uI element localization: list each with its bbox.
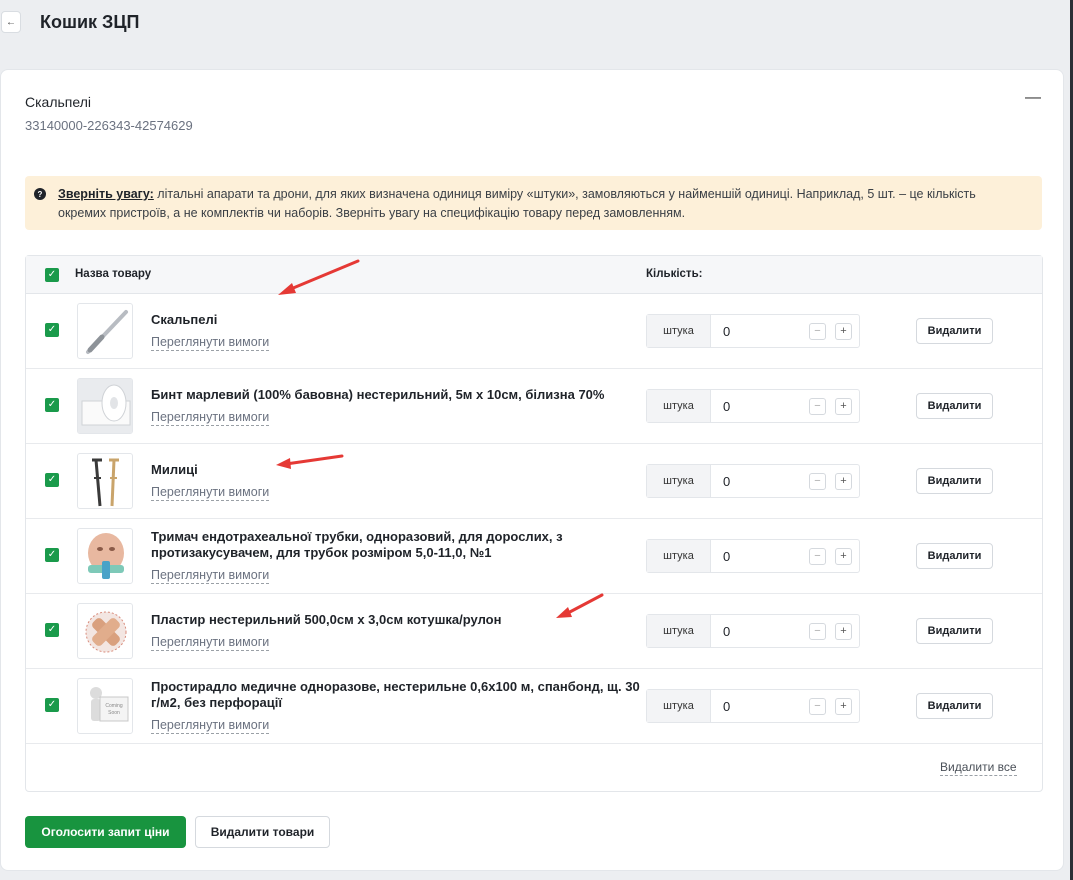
- delete-item-button[interactable]: Видалити: [916, 693, 993, 719]
- quantity-stepper: штука 0 − +: [646, 389, 860, 423]
- table-row: ✓ Тримач ендотрахеальної трубки, однораз…: [26, 519, 1042, 594]
- remove-items-button[interactable]: Видалити товари: [195, 816, 330, 848]
- item-name: Скальпелі: [151, 312, 218, 327]
- product-thumbnail-plaster: [77, 603, 133, 659]
- quantity-stepper: штука 0 − +: [646, 314, 860, 348]
- quantity-stepper: штука 0 − +: [646, 464, 860, 498]
- column-header-name: Назва товару: [75, 268, 152, 280]
- quantity-input[interactable]: 0: [723, 549, 730, 564]
- increment-button[interactable]: +: [835, 473, 852, 490]
- delete-item-button[interactable]: Видалити: [916, 543, 993, 569]
- item-name: Милиці: [151, 462, 198, 477]
- view-requirements-link[interactable]: Переглянути вимоги: [151, 718, 270, 734]
- table-row: ✓ Coming Soon Простирадло медичне однора…: [26, 669, 1042, 744]
- view-requirements-link[interactable]: Переглянути вимоги: [151, 568, 270, 584]
- increment-button[interactable]: +: [835, 398, 852, 415]
- select-all-checkbox[interactable]: ✓: [45, 268, 59, 282]
- decrement-button[interactable]: −: [809, 698, 826, 715]
- delete-item-button[interactable]: Видалити: [916, 318, 993, 344]
- table-row: ✓ Милиці Переглянути вимоги штука 0 − +: [26, 444, 1042, 519]
- column-header-quantity: Кількість:: [646, 268, 703, 280]
- item-name: Бинт марлевий (100% бавовна) нестерильни…: [151, 387, 605, 402]
- question-icon: ?: [34, 188, 46, 200]
- decrement-button[interactable]: −: [809, 473, 826, 490]
- notice-banner: ? Зверніть увагу: літальні апарати та др…: [25, 176, 1042, 230]
- delete-all-link[interactable]: Видалити все: [940, 760, 1017, 776]
- annotation-arrow: [278, 259, 360, 295]
- category-card: Скальпелі 33140000-226343-42574629 — ? З…: [0, 69, 1064, 871]
- product-thumbnail-scalpel: [77, 303, 133, 359]
- delete-item-button[interactable]: Видалити: [916, 468, 993, 494]
- row-checkbox[interactable]: ✓: [45, 698, 59, 712]
- increment-button[interactable]: +: [835, 323, 852, 340]
- quantity-stepper: штука 0 − +: [646, 689, 860, 723]
- view-requirements-link[interactable]: Переглянути вимоги: [151, 335, 270, 351]
- request-price-button[interactable]: Оголосити запит ціни: [25, 816, 186, 848]
- decrement-button[interactable]: −: [809, 398, 826, 415]
- row-checkbox[interactable]: ✓: [45, 623, 59, 637]
- table-header: ✓ Назва товару Кількість:: [26, 256, 1042, 294]
- annotation-arrow: [276, 454, 344, 469]
- unit-label: штука: [647, 465, 711, 497]
- quantity-stepper: штука 0 − +: [646, 539, 860, 573]
- annotation-arrow: [556, 593, 604, 618]
- unit-label: штука: [647, 615, 711, 647]
- unit-label: штука: [647, 690, 711, 722]
- unit-label: штука: [647, 540, 711, 572]
- product-thumbnail-coming-soon: Coming Soon: [77, 678, 133, 734]
- item-name: Тримач ендотрахеальної трубки, одноразов…: [151, 529, 563, 560]
- item-name: Простирадло медичне одноразове, нестерил…: [151, 679, 640, 710]
- back-arrow-icon: ←: [6, 16, 16, 28]
- row-checkbox[interactable]: ✓: [45, 398, 59, 412]
- product-thumbnail-bandage: [77, 378, 133, 434]
- back-button[interactable]: ←: [1, 11, 21, 33]
- quantity-input[interactable]: 0: [723, 624, 730, 639]
- notice-strong[interactable]: Зверніть увагу:: [58, 187, 154, 201]
- items-table: ✓ Назва товару Кількість: ✓ Скальпелі Пе…: [25, 255, 1043, 792]
- table-row: ✓ Пластир нестерильний 500,0см х 3,0см к…: [26, 594, 1042, 669]
- quantity-input[interactable]: 0: [723, 699, 730, 714]
- unit-label: штука: [647, 390, 711, 422]
- table-row: ✓ Скальпелі Переглянути вимоги штука 0 −…: [26, 294, 1042, 369]
- view-requirements-link[interactable]: Переглянути вимоги: [151, 410, 270, 426]
- coming-soon-label-top: Coming: [105, 703, 122, 709]
- category-title: Скальпелі: [25, 94, 91, 110]
- quantity-input[interactable]: 0: [723, 474, 730, 489]
- quantity-input[interactable]: 0: [723, 324, 730, 339]
- table-row: ✓ Бинт марлевий (100% бавовна) нестериль…: [26, 369, 1042, 444]
- page-title: Кошик ЗЦП: [40, 12, 140, 32]
- category-code: 33140000-226343-42574629: [25, 118, 193, 133]
- view-requirements-link[interactable]: Переглянути вимоги: [151, 485, 270, 501]
- product-thumbnail-tube-holder: [77, 528, 133, 584]
- product-thumbnail-crutches: [77, 453, 133, 509]
- delete-item-button[interactable]: Видалити: [916, 393, 993, 419]
- view-requirements-link[interactable]: Переглянути вимоги: [151, 635, 270, 651]
- coming-soon-label-bottom: Soon: [108, 710, 120, 716]
- increment-button[interactable]: +: [835, 623, 852, 640]
- increment-button[interactable]: +: [835, 548, 852, 565]
- unit-label: штука: [647, 315, 711, 347]
- quantity-input[interactable]: 0: [723, 399, 730, 414]
- delete-item-button[interactable]: Видалити: [916, 618, 993, 644]
- increment-button[interactable]: +: [835, 698, 852, 715]
- row-checkbox[interactable]: ✓: [45, 323, 59, 337]
- quantity-stepper: штука 0 − +: [646, 614, 860, 648]
- row-checkbox[interactable]: ✓: [45, 473, 59, 487]
- decrement-button[interactable]: −: [809, 548, 826, 565]
- decrement-button[interactable]: −: [809, 323, 826, 340]
- notice-text: літальні апарати та дрони, для яких визн…: [58, 187, 976, 220]
- decrement-button[interactable]: −: [809, 623, 826, 640]
- row-checkbox[interactable]: ✓: [45, 548, 59, 562]
- collapse-icon[interactable]: —: [1025, 90, 1041, 106]
